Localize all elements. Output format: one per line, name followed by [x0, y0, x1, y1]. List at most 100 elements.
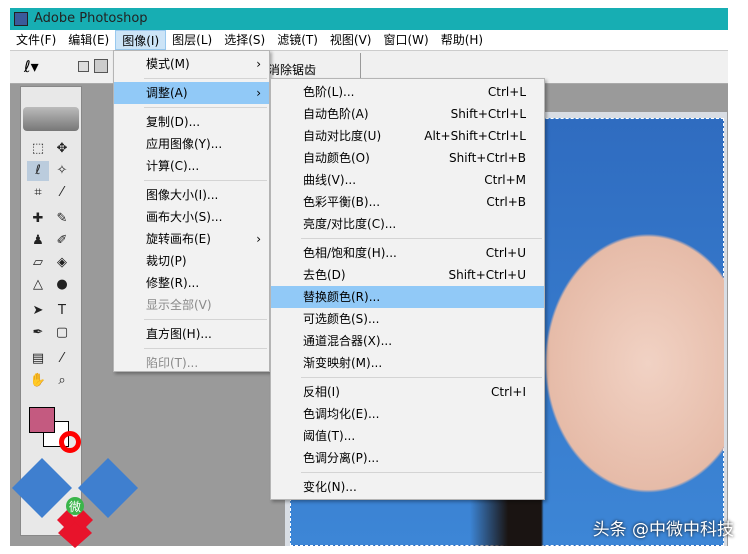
menu-item: 陷印(T)... — [114, 352, 269, 374]
crop-tool-icon[interactable]: ⌗ — [27, 183, 49, 203]
menu-item-label: 陷印(T)... — [146, 356, 199, 370]
menu-item-shortcut: Ctrl+B — [486, 195, 526, 209]
menu-item-label: 模式(M) — [146, 57, 190, 71]
paint-bucket-icon[interactable]: ◈ — [51, 253, 73, 273]
menu-2[interactable]: 图像(I) — [115, 30, 167, 50]
menu-item[interactable]: 色阶(L)... Ctrl+L — [271, 81, 544, 103]
marquee-tool-icon[interactable]: ⬚ — [27, 139, 49, 159]
eraser-tool-icon[interactable]: ▱ — [27, 253, 49, 273]
menu-item[interactable]: 去色(D) Shift+Ctrl+U — [271, 264, 544, 286]
new-selection-icon[interactable] — [78, 61, 89, 72]
menu-item[interactable]: 变化(N)... — [271, 476, 544, 498]
menu-item[interactable]: 修整(R)... — [114, 272, 269, 294]
menu-item-label: 修整(R)... — [146, 276, 200, 290]
menu-separator — [144, 107, 267, 108]
menu-item: 显示全部(V) — [114, 294, 269, 316]
menu-item-shortcut: Ctrl+I — [491, 385, 526, 399]
menu-item[interactable]: 色相/饱和度(H)... Ctrl+U — [271, 242, 544, 264]
menu-separator — [144, 348, 267, 349]
hand-tool-icon[interactable]: ✋ — [27, 371, 49, 391]
lasso-tool-icon[interactable]: ℓ — [27, 161, 49, 181]
magic-wand-icon[interactable]: ✧ — [51, 161, 73, 181]
menu-item[interactable]: 调整(A) › — [114, 82, 269, 104]
menu-item[interactable]: 计算(C)... — [114, 155, 269, 177]
menu-item-shortcut: Shift+Ctrl+L — [450, 107, 526, 121]
menu-item-label: 旋转画布(E) — [146, 232, 211, 246]
menu-item[interactable]: 旋转画布(E) › — [114, 228, 269, 250]
add-selection-icon[interactable] — [94, 59, 108, 73]
path-select-icon[interactable]: ➤ — [27, 301, 49, 321]
watermark-text: 头条 @中微中科技 — [592, 520, 734, 540]
menu-item-label: 曲线(V)... — [303, 173, 357, 187]
menu-item-label: 图像大小(I)... — [146, 188, 219, 202]
menu-item[interactable]: 画布大小(S)... — [114, 206, 269, 228]
history-brush-icon[interactable]: ✐ — [51, 231, 73, 251]
menu-4[interactable]: 选择(S) — [218, 30, 271, 50]
menu-item[interactable]: 自动颜色(O) Shift+Ctrl+B — [271, 147, 544, 169]
menu-separator — [144, 180, 267, 181]
menu-5[interactable]: 滤镜(T) — [271, 30, 324, 50]
svg-text:微: 微 — [69, 500, 81, 514]
menu-item[interactable]: 阈值(T)... — [271, 425, 544, 447]
menu-6[interactable]: 视图(V) — [324, 30, 378, 50]
menu-item[interactable]: 曲线(V)... Ctrl+M — [271, 169, 544, 191]
menu-item[interactable]: 通道混合器(X)... — [271, 330, 544, 352]
healing-brush-icon[interactable]: ✚ — [27, 209, 49, 229]
chevron-right-icon: › — [256, 232, 261, 246]
antialias-label[interactable]: 消除锯齿 — [268, 61, 316, 78]
menu-item-label: 变化(N)... — [303, 480, 357, 494]
menu-separator — [144, 319, 267, 320]
eyedropper-icon[interactable]: ⁄ — [51, 349, 73, 369]
menu-item-shortcut: Shift+Ctrl+B — [449, 151, 526, 165]
menu-item-label: 反相(I) — [303, 385, 340, 399]
type-tool-icon[interactable]: T — [51, 301, 73, 321]
foreground-color-swatch[interactable] — [29, 407, 55, 433]
stamp-tool-icon[interactable]: ♟ — [27, 231, 49, 251]
dodge-tool-icon[interactable]: ● — [51, 275, 73, 295]
lasso-tool-icon[interactable]: ℓ▾ — [24, 57, 39, 76]
menu-item[interactable]: 模式(M) › — [114, 53, 269, 75]
menu-bar: 文件(F) 编辑(E) 图像(I) 图层(L) 选择(S) 滤镜(T) 视图(V) 窗口(W)… — [10, 30, 728, 51]
menu-item[interactable]: 亮度/对比度(C)... — [271, 213, 544, 235]
menu-item[interactable]: 反相(I) Ctrl+I — [271, 381, 544, 403]
brush-tool-icon[interactable]: ✎ — [51, 209, 73, 229]
blur-tool-icon[interactable]: △ — [27, 275, 49, 295]
menu-item-label: 色调均化(E)... — [303, 407, 380, 421]
zoom-tool-icon[interactable]: ⌕ — [51, 371, 73, 391]
menu-item-label: 直方图(H)... — [146, 327, 212, 341]
move-tool-icon[interactable]: ✥ — [51, 139, 73, 159]
menu-separator — [144, 78, 267, 79]
menu-item[interactable]: 替换颜色(R)... — [271, 286, 544, 308]
image-menu: 模式(M) › 调整(A) › 复制(D)... 应用图像(Y)... 计算(C)... 图像… — [113, 50, 270, 372]
menu-item[interactable]: 色彩平衡(B)... Ctrl+B — [271, 191, 544, 213]
menu-item[interactable]: 可选颜色(S)... — [271, 308, 544, 330]
slice-tool-icon[interactable]: ⁄ — [51, 183, 73, 203]
menu-item-shortcut: Ctrl+U — [485, 246, 526, 260]
shape-tool-icon[interactable]: ▢ — [51, 323, 73, 343]
menu-1[interactable]: 编辑(E) — [62, 30, 115, 50]
menu-item[interactable]: 应用图像(Y)... — [114, 133, 269, 155]
menu-item-label: 色调分离(P)... — [303, 451, 380, 465]
menu-0[interactable]: 文件(F) — [10, 30, 62, 50]
chevron-right-icon: › — [256, 86, 261, 100]
menu-item[interactable]: 裁切(P) — [114, 250, 269, 272]
menu-item[interactable]: 渐变映射(M)... — [271, 352, 544, 374]
adobe-logo-icon[interactable] — [23, 107, 79, 131]
menu-item[interactable]: 图像大小(I)... — [114, 184, 269, 206]
menu-8[interactable]: 帮助(H) — [435, 30, 489, 50]
menu-item-label: 亮度/对比度(C)... — [303, 217, 397, 231]
pen-tool-icon[interactable]: ✒ — [27, 323, 49, 343]
menu-7[interactable]: 窗口(W) — [377, 30, 434, 50]
menu-item[interactable]: 色调分离(P)... — [271, 447, 544, 469]
menu-separator — [301, 472, 542, 473]
menu-item-label: 裁切(P) — [146, 254, 187, 268]
adjustments-submenu: 色阶(L)... Ctrl+L 自动色阶(A) Shift+Ctrl+L 自动对比度(U… — [270, 78, 545, 500]
notes-tool-icon[interactable]: ▤ — [27, 349, 49, 369]
menu-item-label: 阈值(T)... — [303, 429, 356, 443]
menu-3[interactable]: 图层(L) — [166, 30, 218, 50]
menu-item[interactable]: 自动色阶(A) Shift+Ctrl+L — [271, 103, 544, 125]
menu-item[interactable]: 色调均化(E)... — [271, 403, 544, 425]
menu-item[interactable]: 自动对比度(U) Alt+Shift+Ctrl+L — [271, 125, 544, 147]
menu-item[interactable]: 复制(D)... — [114, 111, 269, 133]
menu-item[interactable]: 直方图(H)... — [114, 323, 269, 345]
